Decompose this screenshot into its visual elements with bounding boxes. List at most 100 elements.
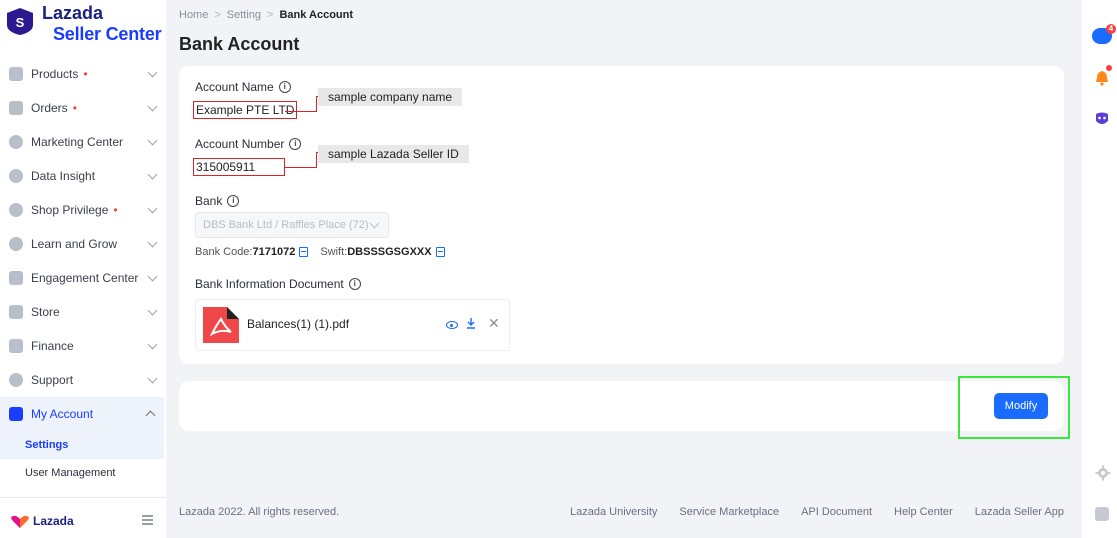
page-title: Bank Account (179, 34, 300, 54)
swift-value: DBSSSGSGXXX (347, 246, 432, 258)
bell-icon[interactable] (1094, 70, 1110, 86)
eye-icon[interactable] (446, 321, 458, 329)
download-icon[interactable] (466, 317, 476, 329)
sidebar-item-marketing-center[interactable]: Marketing Center (0, 125, 166, 159)
callout-connector (316, 152, 317, 168)
bank-select-value: DBS Bank Ltd / Raffles Place (72) (203, 219, 369, 231)
sidebar-item-label: Products (31, 67, 79, 81)
chevron-down-icon (147, 135, 158, 146)
footer-link-lazada-university[interactable]: Lazada University (570, 506, 657, 518)
gear-icon[interactable] (1095, 465, 1111, 481)
sidebar-item-label: Data Insight (31, 169, 96, 183)
lazada-heart-icon (11, 515, 29, 528)
right-rail: 4 (1082, 0, 1117, 538)
document-label-text: Bank Information Document (195, 277, 344, 291)
page-footer: Lazada 2022. All rights reserved. Lazada… (179, 506, 1064, 518)
sidebar-item-engagement-center[interactable]: Engagement Center (0, 261, 166, 295)
sidebar-item-orders[interactable]: Orders • (0, 91, 166, 125)
chevron-down-icon (147, 339, 158, 350)
breadcrumb-separator: > (267, 9, 274, 21)
footer-link-service-marketplace[interactable]: Service Marketplace (679, 506, 779, 518)
chat-badge: 4 (1106, 24, 1116, 34)
footer-link-lazada-seller-app[interactable]: Lazada Seller App (975, 506, 1064, 518)
bank-account-card: Account Name i Example PTE LTD sample co… (179, 66, 1064, 364)
action-bar (179, 381, 1064, 431)
sidebar-item-finance[interactable]: Finance (0, 329, 166, 363)
copy-icon[interactable] (299, 247, 309, 257)
products-icon (9, 67, 23, 81)
chevron-down-icon (147, 305, 158, 316)
sidebar-subitem-settings[interactable]: Settings (0, 431, 164, 459)
account-number-callout: sample Lazada Seller ID (318, 145, 469, 163)
info-icon[interactable]: i (348, 278, 361, 290)
marketing-icon (9, 135, 23, 149)
copy-icon[interactable] (435, 247, 445, 257)
sidebar-item-label: Marketing Center (31, 135, 124, 149)
notification-dot (1106, 65, 1112, 71)
sidebar-nav: Products • Orders • Marketing Center Dat… (0, 57, 166, 487)
document-name[interactable]: Balances(1) (1).pdf (247, 317, 349, 331)
chevron-down-icon (147, 237, 158, 248)
sidebar-item-support[interactable]: Support (0, 363, 166, 397)
breadcrumb-setting[interactable]: Setting (227, 9, 261, 21)
breadcrumb-current: Bank Account (279, 9, 354, 21)
modify-button[interactable]: Modify (994, 393, 1048, 419)
new-dot: • (72, 101, 77, 115)
bot-icon[interactable] (1094, 111, 1110, 127)
sidebar-item-store[interactable]: Store (0, 295, 166, 329)
data-insight-icon (9, 169, 23, 183)
app: S Lazada Seller Center Products • Orders… (0, 0, 1117, 538)
sidebar-item-learn-and-grow[interactable]: Learn and Grow (0, 227, 166, 261)
brand[interactable]: S Lazada Seller Center (0, 0, 166, 56)
store-icon (9, 305, 23, 319)
sidebar-item-products[interactable]: Products • (0, 57, 166, 91)
info-icon[interactable]: i (278, 81, 291, 93)
collapse-icon[interactable] (142, 515, 153, 526)
pdf-icon (203, 307, 239, 343)
document-item: Balances(1) (1).pdf ✕ (195, 299, 510, 351)
copyright: Lazada 2022. All rights reserved. (179, 506, 340, 518)
edit-icon[interactable] (1095, 507, 1109, 521)
sidebar-item-label: My Account (31, 407, 94, 421)
chevron-down-icon (147, 373, 158, 384)
new-dot: • (113, 203, 118, 217)
bank-select[interactable]: DBS Bank Ltd / Raffles Place (72) (195, 212, 389, 238)
bank-label-text: Bank (195, 194, 223, 208)
callout-connector (285, 167, 317, 168)
swift-label: Swift: (320, 246, 348, 258)
info-icon[interactable]: i (227, 195, 240, 207)
bank-code-label: Bank Code: (195, 246, 253, 258)
document-label: Bank Information Document i (195, 277, 361, 291)
chevron-down-icon (147, 67, 158, 78)
account-name-value: Example PTE LTD (193, 101, 298, 119)
learn-grow-icon (9, 237, 23, 251)
account-number-label-text: Account Number (195, 137, 285, 151)
info-icon[interactable]: i (289, 138, 302, 150)
sidebar-item-label: Orders (31, 101, 68, 115)
chevron-down-icon (147, 169, 158, 180)
finance-icon (9, 339, 23, 353)
callout-connector (285, 111, 317, 112)
breadcrumb-home[interactable]: Home (179, 9, 208, 21)
brand-subtitle: Seller Center (53, 24, 162, 44)
sidebar-item-shop-privilege[interactable]: Shop Privilege • (0, 193, 166, 227)
bank-label: Bank i (195, 194, 240, 208)
close-icon[interactable]: ✕ (488, 316, 500, 330)
logo-letter: S (16, 15, 25, 30)
footer-brand-name: Lazada (33, 514, 74, 528)
account-name-label: Account Name i (195, 80, 291, 94)
my-account-icon (9, 407, 23, 421)
footer-link-help-center[interactable]: Help Center (894, 506, 953, 518)
sidebar-item-label: Shop Privilege (31, 203, 109, 217)
sidebar-item-label: Finance (31, 339, 74, 353)
account-name-callout: sample company name (318, 88, 463, 106)
footer-link-api-document[interactable]: API Document (801, 506, 872, 518)
orders-icon (9, 101, 23, 115)
sidebar-item-data-insight[interactable]: Data Insight (0, 159, 166, 193)
sidebar-item-label: Learn and Grow (31, 237, 118, 251)
callout-connector (316, 96, 317, 112)
sidebar-item-label: Engagement Center (31, 271, 139, 285)
chevron-down-icon (369, 218, 380, 229)
sidebar-subitem-user-management[interactable]: User Management (0, 459, 166, 487)
sidebar-item-my-account[interactable]: My Account (0, 397, 164, 431)
